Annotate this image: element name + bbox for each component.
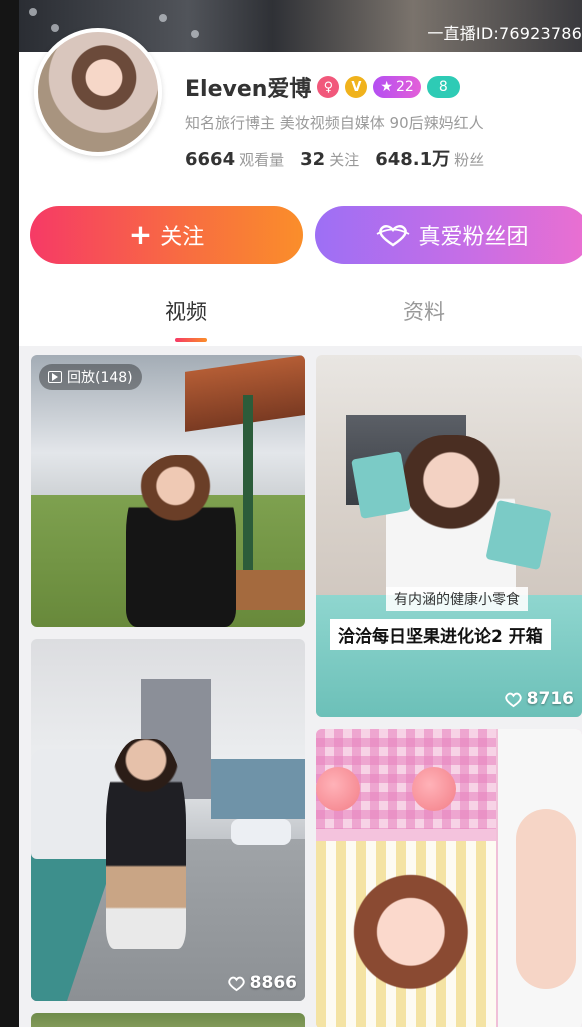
name-row: Eleven爱博 ♀ V ★ 22 8	[185, 71, 460, 103]
stat-label: 关注	[329, 151, 360, 169]
thumbnail-bench	[225, 570, 305, 610]
profile-bio: 知名旅行博主 美妆视频自媒体 90后辣妈红人	[185, 114, 484, 132]
like-value: 8716	[526, 689, 574, 709]
like-count: 8716	[504, 689, 574, 709]
video-card[interactable]: 有内涵的健康小零食 洽洽每日坚果进化论2 开箱 8716	[316, 355, 582, 717]
active-tab-indicator	[175, 338, 207, 342]
heart-icon	[377, 225, 410, 247]
sparkle-decoration	[191, 30, 199, 38]
live-id-text: 一直播ID:76923786	[427, 24, 582, 43]
follow-button[interactable]: + 关注	[30, 206, 303, 264]
stat-fans[interactable]: 648.1万 粉丝	[375, 145, 484, 171]
level-badge: ★ 22	[373, 76, 421, 98]
thumbnail-car	[231, 819, 291, 845]
video-card[interactable]: 8866	[31, 639, 305, 1001]
fan-club-label: 真爱粉丝团	[418, 225, 529, 250]
verified-icon: V	[345, 76, 368, 98]
heart-icon	[227, 976, 245, 991]
thumbnail-building	[211, 759, 305, 819]
stat-value: 6664	[185, 149, 236, 170]
plus-icon: +	[128, 218, 153, 251]
tab-videos[interactable]: 视频	[165, 296, 207, 326]
level-value: 22	[395, 79, 414, 95]
replay-badge: 回放(148)	[39, 364, 142, 390]
star-icon: ★	[380, 79, 393, 95]
video-card[interactable]: 回放(148)	[31, 355, 305, 627]
replay-label: 回放(148)	[67, 370, 133, 386]
thumbnail-post	[243, 395, 253, 595]
stat-views[interactable]: 6664 观看量	[185, 149, 284, 170]
profile-screen: 一直播ID:76923786 Eleven爱博 ♀ V ★ 22 8 知名旅行博…	[0, 0, 582, 1027]
thumbnail-strip	[316, 829, 496, 841]
profile-name: Eleven爱博	[185, 77, 312, 102]
stat-value: 32	[300, 149, 326, 170]
thumbnail-person	[334, 849, 494, 1027]
like-value: 8866	[249, 973, 297, 993]
video-overlay-subtitle: 有内涵的健康小零食	[386, 587, 528, 611]
stat-label: 观看量	[239, 151, 285, 169]
peach-decoration	[412, 767, 456, 811]
play-icon	[48, 371, 62, 383]
stat-label: 粉丝	[454, 151, 485, 169]
video-card[interactable]	[31, 1013, 305, 1027]
peach-decoration	[316, 767, 360, 811]
thumbnail-person	[126, 455, 236, 627]
stats-row: 6664 观看量 32 关注 648.1万 粉丝	[185, 145, 484, 171]
gender-female-icon: ♀	[317, 76, 340, 98]
like-count: 8866	[227, 973, 297, 993]
fan-level-badge: 8	[426, 76, 460, 98]
video-grid: 回放(148) 有内涵的健康小零食 洽洽每日坚果进化论2 开箱 8716 886…	[19, 346, 582, 1027]
left-edge	[0, 0, 19, 1027]
stat-following[interactable]: 32 关注	[300, 149, 359, 170]
thumbnail-person	[106, 739, 186, 949]
tab-profile-info[interactable]: 资料	[403, 296, 445, 326]
fan-club-button[interactable]: 真爱粉丝团	[315, 206, 582, 264]
video-overlay-title: 洽洽每日坚果进化论2 开箱	[330, 619, 551, 650]
sparkle-decoration	[51, 24, 59, 32]
heart-icon	[504, 692, 522, 707]
video-card[interactable]	[316, 729, 582, 1027]
avatar[interactable]	[34, 28, 162, 156]
tab-bar: 视频 资料	[19, 290, 582, 346]
sparkle-decoration	[29, 8, 37, 16]
thumbnail-hand	[516, 809, 576, 989]
stat-value: 648.1万	[375, 149, 451, 170]
follow-label: 关注	[160, 225, 205, 250]
thumbnail-snack-pack	[351, 451, 411, 519]
sparkle-decoration	[159, 14, 167, 22]
